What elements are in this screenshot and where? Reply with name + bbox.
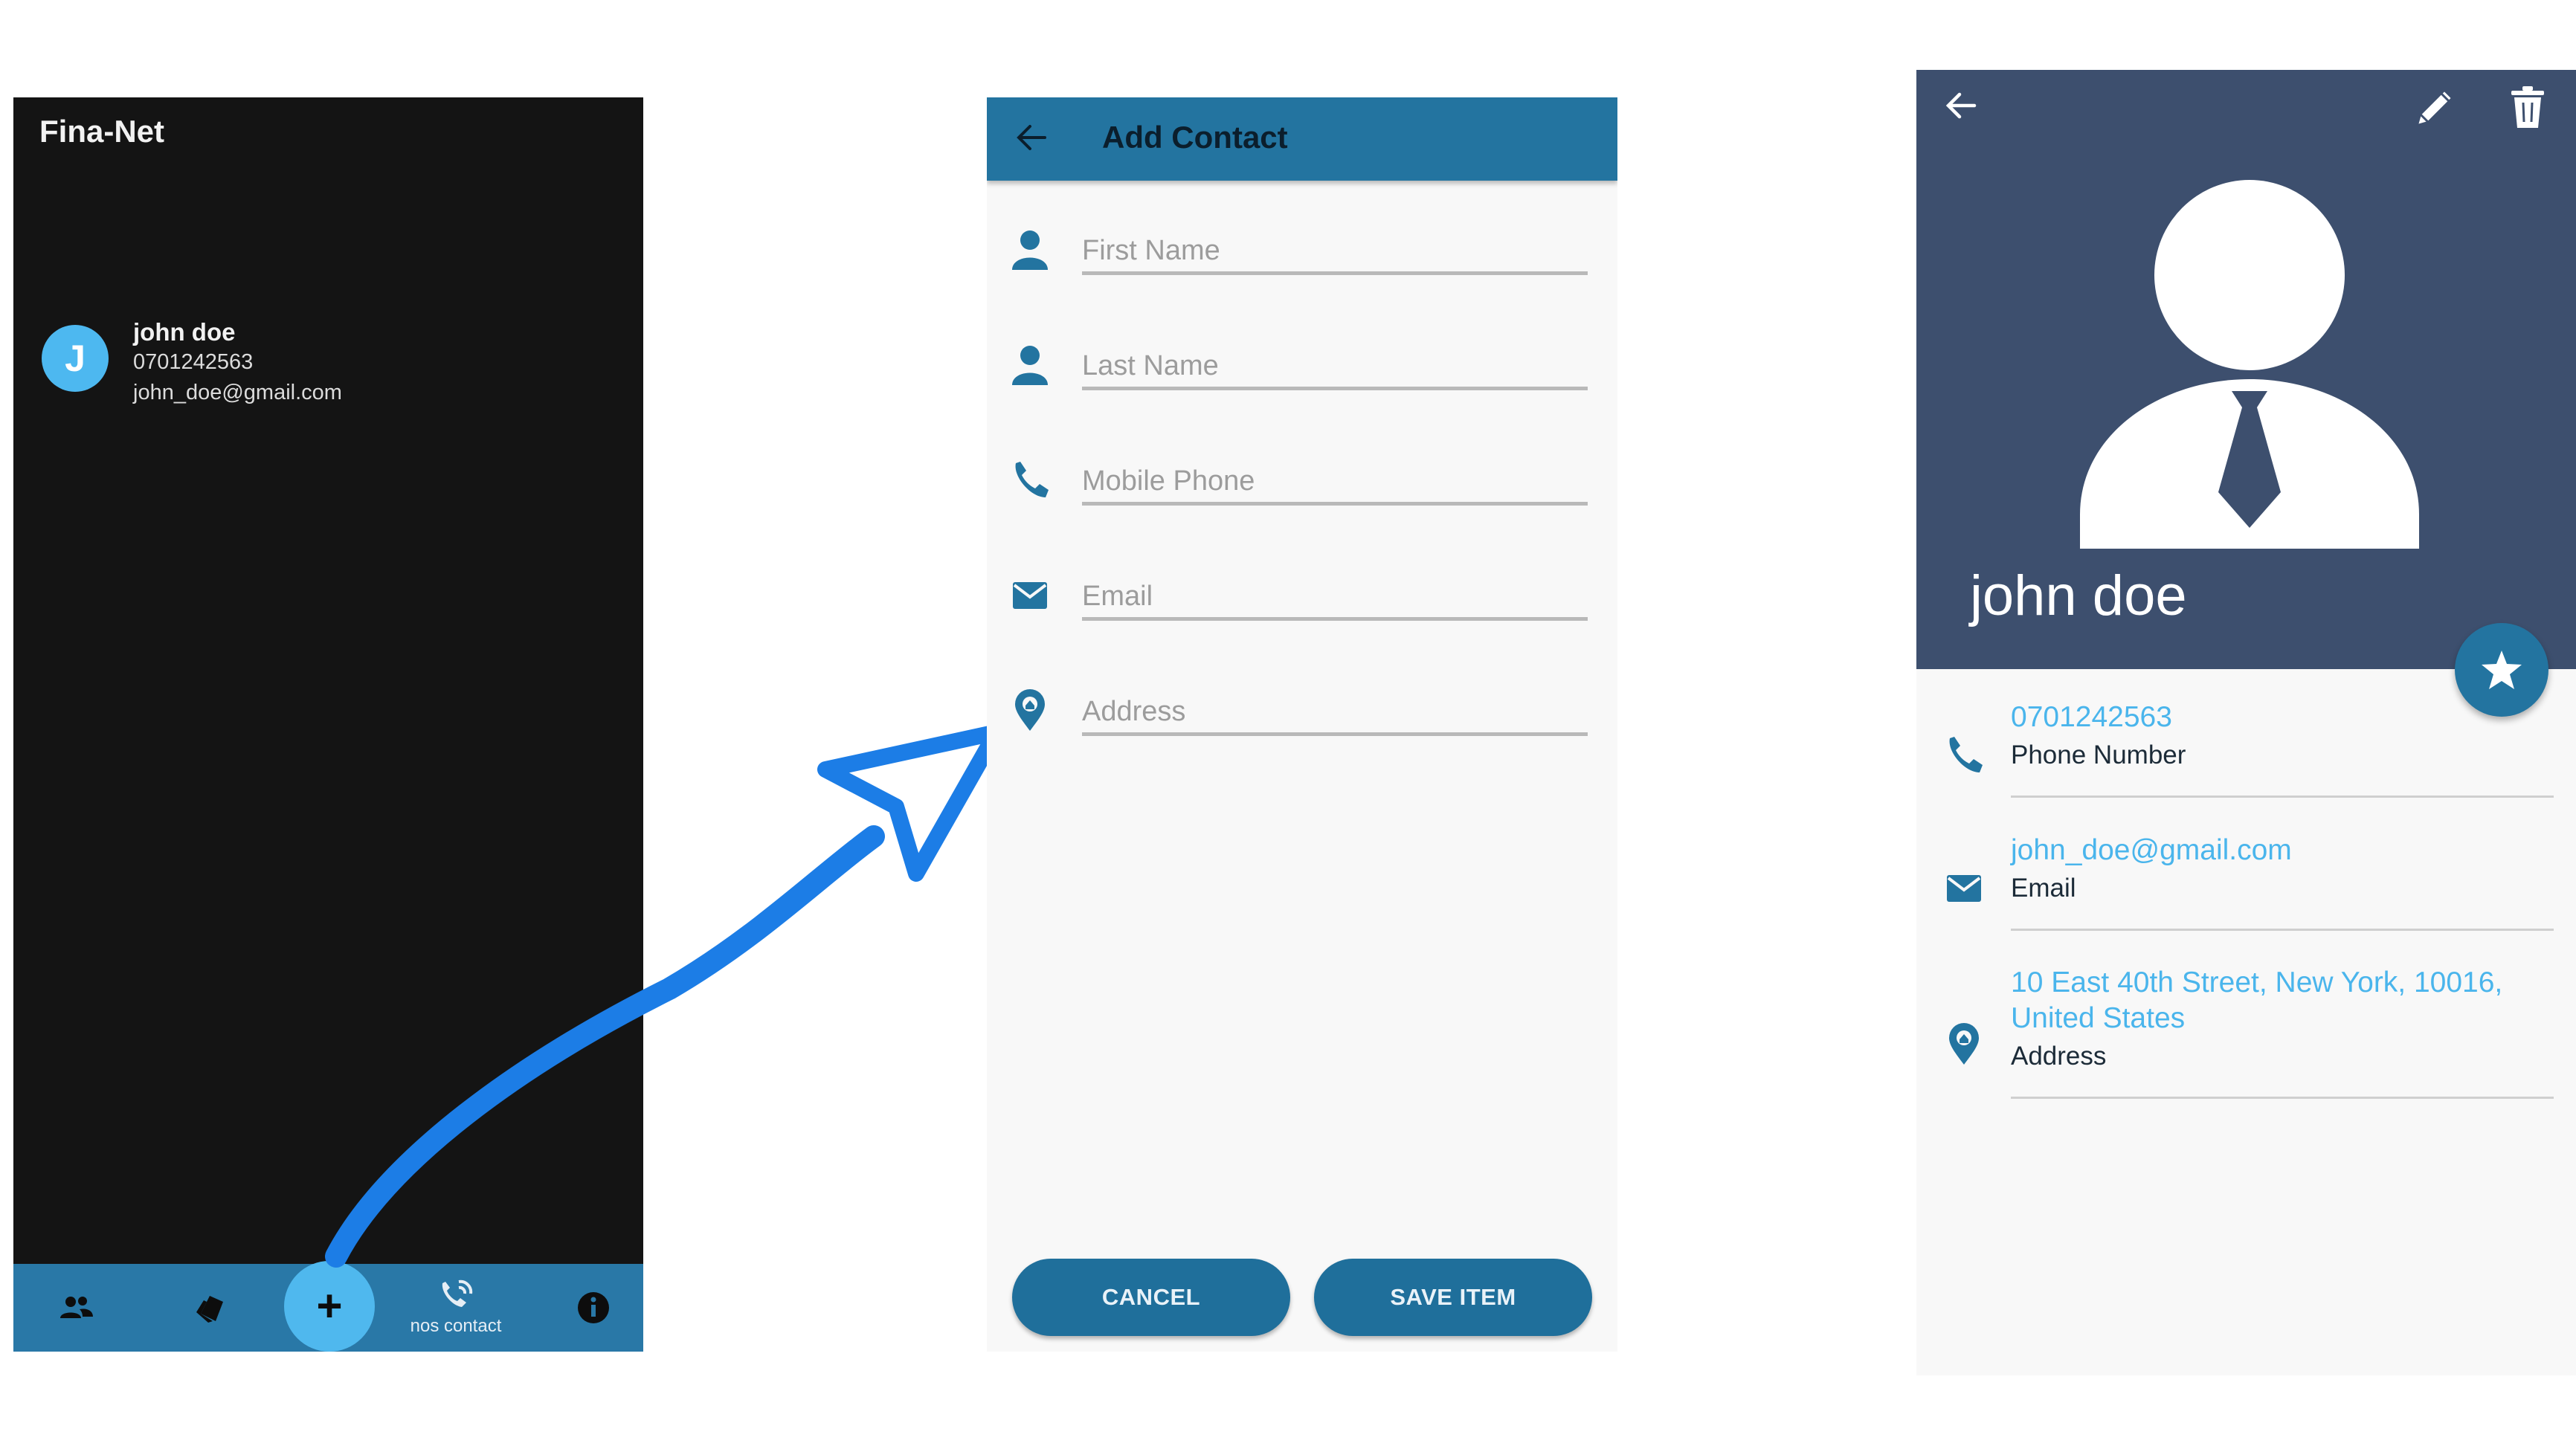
email-icon xyxy=(1943,868,1985,909)
person-icon xyxy=(1009,342,1051,388)
mobile-phone-input[interactable] xyxy=(1082,460,1588,506)
phone-value: 0701242563 xyxy=(2011,701,2172,733)
contact-phone: 0701242563 xyxy=(133,350,254,374)
email-field xyxy=(987,562,1617,636)
email-label: Email xyxy=(2011,874,2076,903)
address-field xyxy=(987,677,1617,752)
cancel-button[interactable]: CANCEL xyxy=(1012,1259,1290,1336)
mobile-phone-field xyxy=(987,447,1617,521)
contact-name: john doe xyxy=(1970,564,2187,627)
nav-groups-button[interactable] xyxy=(178,1264,245,1352)
person-icon xyxy=(1009,227,1051,273)
address-row[interactable]: 10 East 40th Street, New York, 10016, Un… xyxy=(1916,964,2576,1135)
phone-signal-icon xyxy=(442,1279,473,1307)
delete-button[interactable] xyxy=(2508,85,2547,133)
last-name-field xyxy=(987,332,1617,406)
email-row[interactable]: john_doe@gmail.com Email xyxy=(1916,832,2576,966)
nos-contact-label: nos contact xyxy=(410,1316,502,1336)
address-value-line1: 10 East 40th Street, New York, 10016, xyxy=(2011,966,2503,998)
divider xyxy=(2011,796,2554,798)
star-icon xyxy=(2482,651,2522,689)
back-button[interactable] xyxy=(1015,123,1048,156)
phone-icon xyxy=(1009,457,1051,503)
save-item-button[interactable]: SAVE ITEM xyxy=(1314,1259,1592,1336)
location-icon xyxy=(1943,1023,1985,1065)
location-icon xyxy=(1009,688,1051,734)
contact-detail-screen: john doe 0701242563 Phone Number john_do… xyxy=(1916,70,2576,1375)
phone-row[interactable]: 0701242563 Phone Number xyxy=(1916,699,2576,833)
nav-contacts-button[interactable] xyxy=(43,1264,110,1352)
address-input[interactable] xyxy=(1082,691,1588,736)
contact-email: john_doe@gmail.com xyxy=(133,381,342,404)
contacts-list-screen: Fina-Net J john doe 0701242563 john_doe@… xyxy=(13,97,643,1352)
add-icon: + xyxy=(316,1281,343,1331)
phone-icon xyxy=(1943,735,1985,776)
add-contact-screen: Add Contact CANCEL SAVE ITEM xyxy=(987,97,1617,1352)
address-value-line2: United States xyxy=(2011,1002,2186,1034)
back-button[interactable] xyxy=(1945,89,1977,126)
arrow-left-icon xyxy=(1945,92,1977,119)
first-name-input[interactable] xyxy=(1082,230,1588,275)
bottom-navigation: + nos contact xyxy=(13,1261,643,1352)
email-icon xyxy=(1009,572,1051,619)
page-title: Add Contact xyxy=(1102,120,1288,155)
address-label: Address xyxy=(2011,1042,2107,1071)
arrow-left-icon xyxy=(1017,125,1046,150)
trash-icon xyxy=(2511,86,2544,128)
email-input[interactable] xyxy=(1082,575,1588,621)
nav-info-button[interactable] xyxy=(560,1264,627,1352)
app-bar: Add Contact xyxy=(987,97,1617,181)
app-title: Fina-Net xyxy=(39,114,164,149)
nav-nos-contact-button[interactable]: nos contact xyxy=(400,1264,512,1352)
email-value: john_doe@gmail.com xyxy=(2011,834,2292,866)
first-name-field xyxy=(987,216,1617,291)
contact-name: john doe xyxy=(133,318,236,346)
contact-avatar-icon xyxy=(2080,180,2419,552)
divider xyxy=(2011,1097,2554,1099)
pencil-icon xyxy=(2416,89,2453,126)
contact-list-item[interactable]: J john doe 0701242563 john_doe@gmail.com xyxy=(42,309,622,406)
phone-label: Phone Number xyxy=(2011,740,2186,769)
avatar: J xyxy=(42,325,109,392)
divider xyxy=(2011,929,2554,931)
info-icon xyxy=(578,1292,609,1323)
last-name-input[interactable] xyxy=(1082,345,1588,390)
add-contact-fab[interactable]: + xyxy=(284,1261,375,1352)
people-icon xyxy=(60,1297,93,1318)
cards-icon xyxy=(196,1296,223,1323)
contact-header: john doe xyxy=(1916,70,2576,669)
edit-button[interactable] xyxy=(2412,85,2458,135)
